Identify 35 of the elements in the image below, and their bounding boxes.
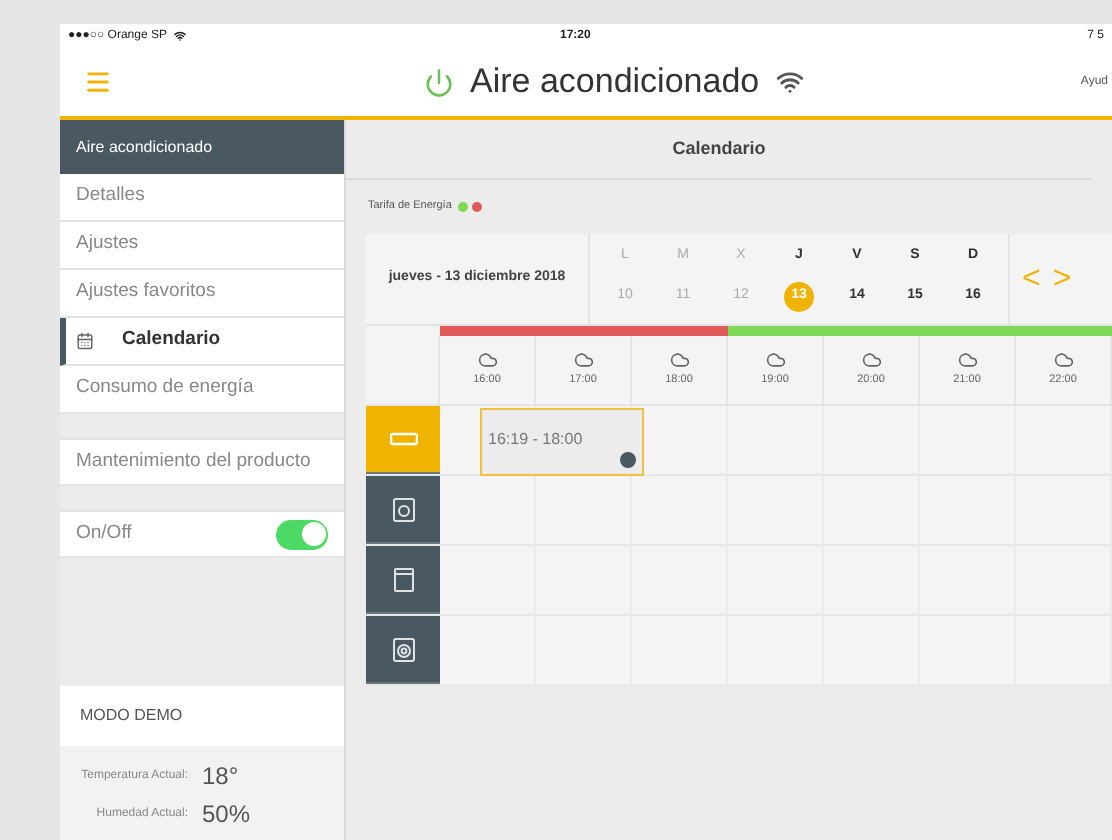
demo-title: MODO DEMO — [60, 686, 344, 746]
sidebar-item[interactable]: Ajustes — [60, 222, 344, 270]
cloud-icon — [573, 350, 593, 371]
page-title: Aire acondicionado — [470, 60, 760, 105]
sidebar-header: Aire acondicionado — [60, 120, 344, 174]
event-block[interactable]: 16:19 - 18:00 — [480, 408, 644, 476]
device-tab[interactable] — [366, 616, 440, 684]
sidebar-item[interactable]: Consumo de energía — [60, 366, 344, 414]
sidebar-item[interactable]: Detalles — [60, 174, 344, 222]
content-title: Calendario — [346, 120, 1092, 180]
on-off-switch[interactable] — [276, 519, 328, 549]
cloud-icon — [861, 350, 881, 371]
calendar-icon — [76, 332, 94, 350]
wifi-icon — [775, 68, 804, 96]
oven-icon — [391, 567, 415, 591]
cloud-icon — [477, 350, 497, 371]
device-tab[interactable] — [366, 546, 440, 614]
toggle-label: On/Off — [76, 519, 132, 548]
cloud-icon — [1053, 350, 1073, 371]
cloud-icon — [957, 350, 977, 371]
reading-value: 18° — [202, 760, 239, 794]
sidebar-item[interactable]: Calendario — [60, 318, 344, 366]
event-time: 16:19 - 18:00 — [488, 430, 583, 448]
washing-machine-icon — [391, 497, 415, 521]
reading-value: 50% — [202, 798, 251, 832]
sidebar-item[interactable]: Ajustes favoritos — [60, 270, 344, 318]
info-icon[interactable] — [620, 452, 636, 468]
device-tab[interactable] — [366, 476, 440, 544]
wifi-icon — [174, 30, 187, 42]
cloud-icon — [765, 350, 785, 371]
cloud-icon — [669, 350, 689, 371]
sidebar-item[interactable]: Mantenimiento del producto — [60, 438, 344, 486]
air-conditioner-icon — [389, 431, 417, 447]
device-tab[interactable] — [366, 406, 440, 474]
dryer-icon — [391, 637, 415, 661]
